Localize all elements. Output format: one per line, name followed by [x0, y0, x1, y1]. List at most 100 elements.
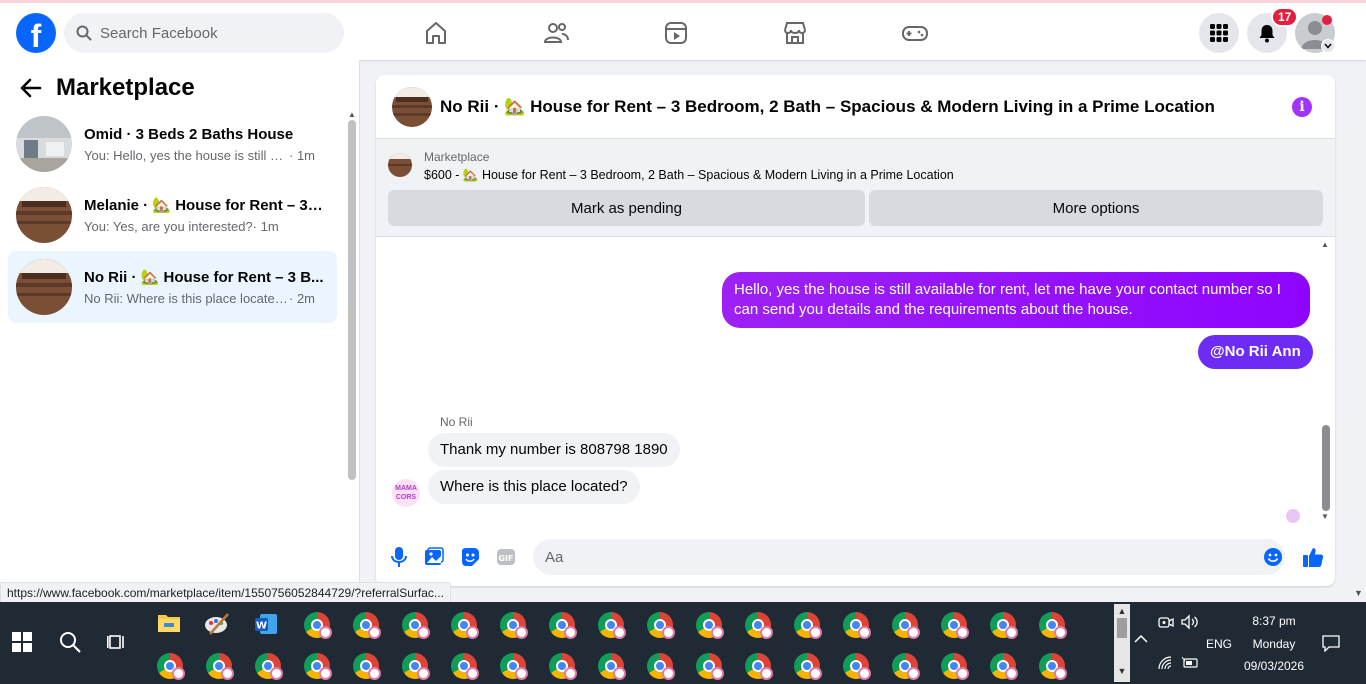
chrome-profile-icon[interactable]	[157, 653, 185, 680]
back-arrow-icon[interactable]	[20, 78, 42, 98]
chat-scrollbar[interactable]	[1322, 425, 1330, 511]
volume-icon[interactable]	[1181, 614, 1199, 630]
chrome-profile-icon[interactable]	[1039, 612, 1067, 639]
chrome-profile-icon[interactable]	[990, 612, 1018, 639]
chrome-profile-icon[interactable]	[696, 653, 724, 680]
chrome-profile-icon[interactable]	[500, 653, 528, 680]
conversation-time: · 1m	[252, 219, 279, 234]
gif-icon[interactable]: GIF	[495, 546, 517, 568]
chrome-profile-icon[interactable]	[990, 653, 1018, 680]
windows-start-icon[interactable]	[12, 632, 32, 652]
chrome-profile-icon[interactable]	[598, 653, 626, 680]
chrome-profile-icon[interactable]	[1039, 653, 1067, 680]
search-input[interactable]	[100, 24, 320, 42]
page-scroll-down-arrow[interactable]: ▼	[1354, 588, 1363, 598]
conversation-item-melanie[interactable]: Melanie · 🏡 House for Rent – 3 ... You: …	[8, 179, 337, 251]
file-explorer-icon[interactable]	[157, 612, 181, 634]
chrome-profile-icon[interactable]	[304, 653, 332, 680]
chrome-profile-icon[interactable]	[598, 612, 626, 639]
chat-title[interactable]: No Rii · 🏡 House for Rent – 3 Bedroom, 2…	[440, 97, 1215, 117]
chrome-profile-icon[interactable]	[696, 612, 724, 639]
meet-now-icon[interactable]	[1158, 614, 1174, 630]
chrome-profile-icon[interactable]	[892, 612, 920, 639]
chrome-profile-icon[interactable]	[843, 612, 871, 639]
message-input[interactable]	[533, 539, 1285, 575]
account-chevron-icon[interactable]	[1321, 39, 1335, 53]
mark-as-pending-button[interactable]: Mark as pending	[388, 190, 865, 226]
chrome-profile-icon[interactable]	[451, 612, 479, 639]
friends-icon[interactable]	[540, 17, 572, 49]
sender-avatar[interactable]: MAMA CORS	[392, 479, 420, 507]
incoming-message[interactable]: Where is this place located?	[428, 470, 640, 504]
taskbar-scroll-up-arrow[interactable]: ▲	[1114, 604, 1130, 618]
emoji-icon[interactable]	[1262, 546, 1284, 568]
facebook-logo[interactable]: f	[16, 13, 56, 53]
wifi-icon[interactable]	[1158, 656, 1174, 670]
paint-app-icon[interactable]	[204, 612, 230, 636]
task-view-icon[interactable]	[107, 632, 127, 652]
chrome-profile-icon[interactable]	[941, 653, 969, 680]
chrome-profile-icon[interactable]	[794, 653, 822, 680]
chrome-profile-icon[interactable]	[549, 653, 577, 680]
clock-day[interactable]: Monday	[1236, 637, 1312, 651]
taskbar-search-icon[interactable]	[58, 630, 82, 654]
show-hidden-icons-chevron-icon[interactable]	[1134, 634, 1148, 644]
conversation-item-omid[interactable]: Omid · 3 Beds 2 Baths House You: Hello, …	[8, 108, 337, 180]
chrome-profile-icon[interactable]	[353, 612, 381, 639]
clock-time[interactable]: 8:37 pm	[1236, 614, 1312, 628]
chrome-profile-icon[interactable]	[745, 612, 773, 639]
notification-badge: 17	[1271, 7, 1299, 27]
taskbar-scroll-down-arrow[interactable]: ▼	[1114, 664, 1130, 678]
marketplace-icon[interactable]	[779, 17, 811, 49]
word-app-icon[interactable]: W	[254, 612, 278, 636]
sidebar-scrollbar[interactable]	[348, 120, 356, 480]
photo-icon[interactable]	[423, 546, 445, 568]
chrome-profile-icon[interactable]	[304, 612, 332, 639]
clock-date[interactable]: 09/03/2026	[1236, 659, 1312, 673]
chrome-profile-icon[interactable]	[941, 612, 969, 639]
chrome-profile-icon[interactable]	[892, 653, 920, 680]
incoming-message[interactable]: Thank my number is 808798 1890	[428, 433, 680, 467]
chat-listing-avatar[interactable]	[392, 86, 432, 127]
battery-icon[interactable]	[1181, 656, 1199, 670]
taskbar-scroll-thumb[interactable]	[1117, 618, 1127, 638]
chrome-profile-icon[interactable]	[402, 653, 430, 680]
sticker-icon[interactable]	[459, 546, 481, 568]
mention-tag[interactable]: @No Rii Ann	[1198, 335, 1313, 369]
listing-small-thumbnail[interactable]	[388, 153, 412, 177]
chrome-profile-icon[interactable]	[353, 653, 381, 680]
svg-text:W: W	[256, 621, 267, 632]
taskbar-scrollbar[interactable]: ▲ ▼	[1114, 604, 1130, 682]
chrome-profile-icon[interactable]	[647, 612, 675, 639]
input-language[interactable]: ENG	[1204, 637, 1234, 651]
home-icon[interactable]	[420, 17, 452, 49]
chrome-profile-icon[interactable]	[794, 612, 822, 639]
conversation-time: · 1m	[289, 147, 315, 163]
chrome-profile-icon[interactable]	[745, 653, 773, 680]
info-icon[interactable]: i	[1292, 97, 1312, 117]
chat-scroll-up-arrow[interactable]: ▲	[1321, 240, 1329, 249]
more-options-button[interactable]: More options	[869, 190, 1323, 226]
menu-grid-button[interactable]	[1199, 13, 1239, 53]
chrome-profile-icon[interactable]	[647, 653, 675, 680]
notifications-center-icon[interactable]	[1322, 634, 1340, 652]
video-icon[interactable]	[660, 17, 692, 49]
chrome-profile-icon[interactable]	[402, 612, 430, 639]
gaming-icon[interactable]	[899, 17, 931, 49]
chat-header: No Rii · 🏡 House for Rent – 3 Bedroom, 2…	[376, 75, 1335, 139]
like-thumbs-up-icon[interactable]	[1302, 546, 1324, 568]
chat-scroll-down-arrow[interactable]: ▼	[1321, 512, 1329, 521]
chrome-profile-icon[interactable]	[843, 653, 871, 680]
outgoing-message[interactable]: Hello, yes the house is still available …	[722, 272, 1310, 328]
listing-title-price[interactable]: $600 - 🏡 House for Rent – 3 Bedroom, 2 B…	[424, 168, 954, 183]
conversation-item-no-rii[interactable]: No Rii · 🏡 House for Rent – 3 B... No Ri…	[8, 251, 337, 323]
chrome-profile-icon[interactable]	[255, 653, 283, 680]
search-box[interactable]	[64, 13, 344, 53]
notifications-button[interactable]: 17	[1247, 7, 1299, 53]
sidebar-scroll-up-arrow[interactable]: ▲	[348, 110, 356, 119]
chrome-profile-icon[interactable]	[500, 612, 528, 639]
chrome-profile-icon[interactable]	[549, 612, 577, 639]
microphone-icon[interactable]	[388, 546, 410, 568]
chrome-profile-icon[interactable]	[206, 653, 234, 680]
chrome-profile-icon[interactable]	[451, 653, 479, 680]
